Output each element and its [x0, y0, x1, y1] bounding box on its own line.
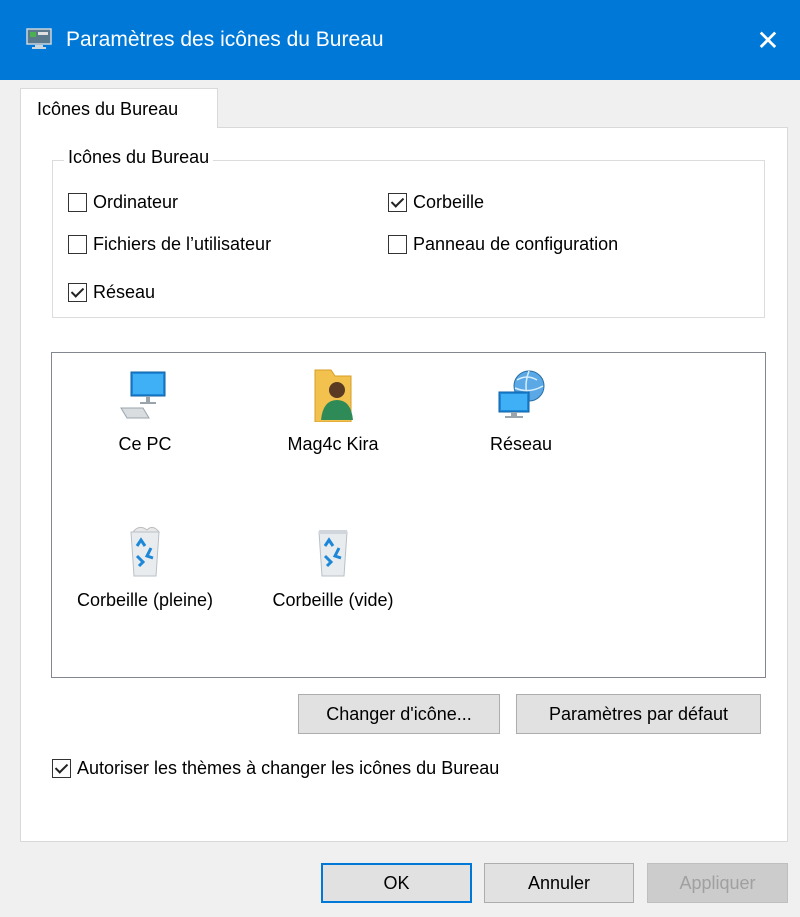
checkbox-label: Autoriser les thèmes à changer les icône… [77, 758, 500, 778]
list-item-corbeille-pleine[interactable]: Corbeille (pleine) [60, 518, 230, 611]
checkbox-label: Fichiers de l’utilisateur [93, 234, 272, 254]
checkbox-reseau[interactable]: Réseau [68, 282, 155, 303]
list-item-label: Mag4c Kira [287, 434, 379, 454]
checkbox-box[interactable] [388, 235, 407, 254]
network-icon [498, 370, 545, 418]
checkbox-corbeille[interactable]: Corbeille [388, 192, 484, 213]
title-bar: Paramètres des icônes du Bureau ✕ [0, 0, 800, 80]
checkbox-box[interactable] [68, 283, 87, 302]
checkbox-fichiers-utilisateur[interactable]: Fichiers de l’utilisateur [68, 234, 271, 255]
list-item-corbeille-vide[interactable]: Corbeille (vide) [248, 518, 418, 611]
list-item-user[interactable]: Mag4c Kira [248, 362, 418, 455]
checkbox-ordinateur[interactable]: Ordinateur [68, 192, 178, 213]
checkbox-label: Ordinateur [93, 192, 179, 212]
close-button[interactable]: ✕ [736, 0, 800, 80]
ok-button[interactable]: OK [321, 863, 472, 903]
recycle-bin-empty-icon [318, 530, 348, 577]
window-title: Paramètres des icônes du Bureau [66, 28, 384, 51]
list-item-ce-pc[interactable]: Ce PC [60, 362, 230, 455]
tab-desktop-icons[interactable]: Icônes du Bureau [20, 88, 218, 128]
checkbox-box[interactable] [68, 235, 87, 254]
list-item-reseau[interactable]: Réseau [436, 362, 606, 455]
checkbox-box[interactable] [52, 759, 71, 778]
user-folder-icon [314, 369, 353, 422]
checkbox-panneau-configuration[interactable]: Panneau de configuration [388, 234, 618, 255]
recycle-bin-full-icon [130, 526, 161, 577]
desktop-settings-icon [26, 28, 52, 49]
list-item-label: Corbeille (vide) [272, 590, 394, 610]
list-item-label: Ce PC [118, 434, 172, 454]
default-settings-button[interactable]: Paramètres par défaut [516, 694, 761, 734]
checkbox-box[interactable] [68, 193, 87, 212]
checkbox-label: Réseau [93, 282, 156, 302]
checkbox-label: Panneau de configuration [413, 234, 619, 254]
cancel-button[interactable]: Annuler [484, 863, 634, 903]
list-item-label: Réseau [489, 434, 553, 454]
checkbox-label: Corbeille [413, 192, 485, 212]
computer-icon [120, 371, 166, 419]
close-icon: ✕ [756, 24, 780, 56]
apply-button[interactable]: Appliquer [647, 863, 788, 903]
group-legend: Icônes du Bureau [64, 147, 214, 168]
list-item-label: Corbeille (pleine) [76, 590, 214, 610]
checkbox-allow-themes[interactable]: Autoriser les thèmes à changer les icône… [52, 758, 499, 779]
checkbox-box[interactable] [388, 193, 407, 212]
change-icon-button[interactable]: Changer d'icône... [298, 694, 500, 734]
